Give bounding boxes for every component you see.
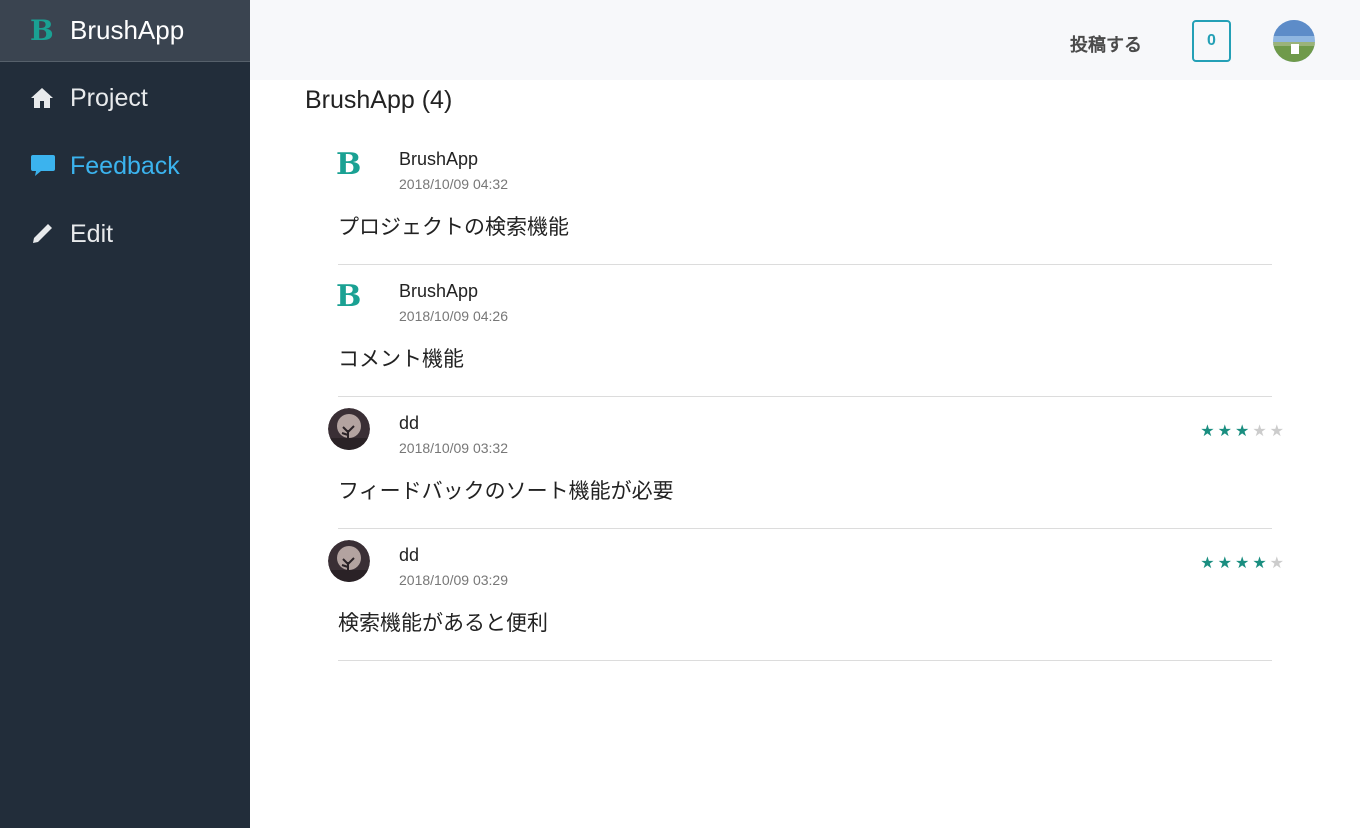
sidebar-item-label: Feedback (70, 151, 180, 180)
feedback-date: 2018/10/09 03:32 (399, 440, 508, 456)
sidebar-item-edit[interactable]: Edit (0, 200, 250, 268)
star-icon: ★ (1200, 423, 1215, 440)
star-icon: ★ (1269, 423, 1284, 440)
pencil-icon (30, 220, 70, 248)
feedback-text: フィードバックのソート機能が必要 (338, 480, 674, 503)
divider (338, 660, 1272, 661)
divider (338, 264, 1272, 265)
star-icon: ★ (1234, 423, 1250, 440)
feedback-text: プロジェクトの検索機能 (338, 216, 569, 239)
star-icon: ★ (1252, 423, 1267, 440)
feedback-author: dd (399, 413, 420, 433)
feedback-item[interactable]: dd 2018/10/09 03:29 ★ ★ ★ ★ ★ 検索機能があると便利 (328, 530, 1288, 662)
user-avatar[interactable] (1273, 20, 1315, 62)
sidebar-brand[interactable]: B BrushApp (0, 0, 250, 62)
star-icon: ★ (1217, 423, 1232, 440)
feedback-item[interactable]: dd 2018/10/09 03:32 ★ ★ ★ ★ ★ フィードバックのソート機能が… (328, 398, 1288, 530)
post-button[interactable]: 投稿する (1070, 31, 1142, 57)
feedback-date: 2018/10/09 04:26 (399, 308, 508, 324)
star-rating: ★ ★ ★ ★ ★ (1200, 556, 1284, 572)
sidebar-item-label: Edit (70, 219, 114, 248)
feedback-text: 検索機能があると便利 (338, 612, 548, 635)
sidebar-item-label: Project (70, 83, 148, 112)
star-icon: ★ (1200, 555, 1215, 572)
notification-counter[interactable]: 0 (1192, 20, 1231, 62)
brushapp-avatar-icon: B (336, 147, 362, 182)
top-bar: 投稿する 0 (250, 0, 1360, 80)
sidebar: B BrushApp Project Feedback Edit (0, 0, 250, 828)
star-icon: ★ (1252, 555, 1267, 572)
feedback-date: 2018/10/09 03:29 (399, 572, 508, 588)
sidebar-item-feedback[interactable]: Feedback (0, 132, 250, 200)
star-icon: ★ (1234, 555, 1250, 572)
home-icon (30, 84, 70, 112)
brand-name: BrushApp (70, 15, 185, 45)
feedback-item[interactable]: B BrushApp 2018/10/09 04:32 プロジェクトの検索機能 (328, 134, 1288, 266)
divider (338, 396, 1272, 397)
feedback-item[interactable]: B BrushApp 2018/10/09 04:26 コメント機能 (328, 266, 1288, 398)
sidebar-item-project[interactable]: Project (0, 64, 250, 132)
feedback-author: dd (399, 545, 420, 565)
user-avatar-icon (328, 540, 370, 582)
chat-icon (30, 152, 70, 180)
feedback-list: B BrushApp 2018/10/09 04:32 プロジェクトの検索機能 … (328, 134, 1288, 662)
feedback-text: コメント機能 (338, 348, 464, 371)
brushapp-avatar-icon: B (336, 279, 362, 314)
star-rating: ★ ★ ★ ★ ★ (1200, 424, 1284, 440)
user-avatar-icon (328, 408, 370, 450)
feedback-date: 2018/10/09 04:32 (399, 176, 508, 192)
page-title: BrushApp (4) (305, 86, 453, 114)
feedback-author: BrushApp (399, 149, 479, 169)
star-icon: ★ (1217, 555, 1232, 572)
divider (338, 528, 1272, 529)
star-icon: ★ (1269, 555, 1284, 572)
feedback-author: BrushApp (399, 281, 479, 301)
brand-logo-icon: B (30, 14, 54, 47)
